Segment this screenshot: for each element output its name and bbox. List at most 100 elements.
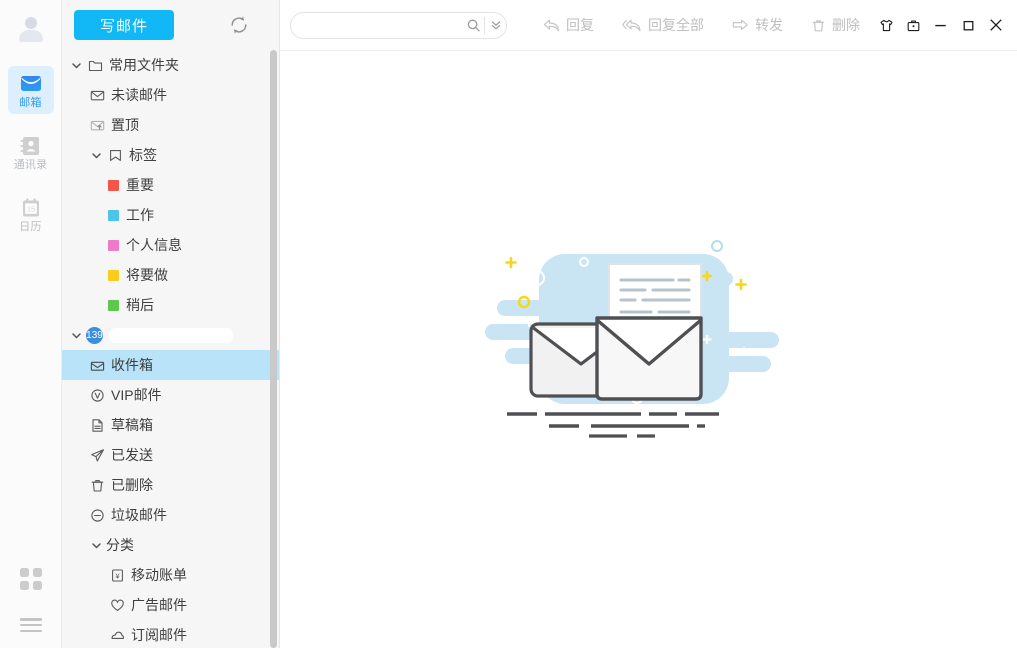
forward-button[interactable]: 转发 [718, 10, 797, 40]
rail-item-contacts[interactable]: 通讯录 [8, 128, 54, 176]
apps-grid-icon [20, 568, 42, 590]
bill-icon: ¥ [108, 566, 126, 584]
spam-icon [88, 506, 106, 524]
rail-item-label: 邮箱 [19, 98, 41, 109]
tree-node-account[interactable]: 139 [62, 320, 279, 350]
window-controls [874, 10, 1017, 40]
minimize-button[interactable] [928, 10, 953, 40]
tree-node-label: 个人信息 [126, 238, 182, 253]
refresh-button[interactable] [227, 13, 251, 37]
maximize-button[interactable] [955, 10, 981, 40]
folder-sidebar: 写邮件 常用文件夹 [62, 0, 280, 648]
mail-icon [88, 86, 106, 104]
toolbar: 回复 回复全部 转发 [280, 0, 1017, 51]
tree-node-deleted[interactable]: 已删除 [62, 470, 279, 500]
refresh-icon [228, 14, 250, 36]
tree-node-pinned[interactable]: 置顶 [62, 110, 279, 140]
tree-node-tag-important[interactable]: 重要 [62, 170, 279, 200]
tree-node-label: 广告邮件 [131, 598, 187, 613]
user-avatar-icon [16, 15, 46, 45]
tree-node-label: 置顶 [111, 118, 139, 133]
svg-text:15: 15 [26, 205, 34, 214]
reply-icon [543, 18, 560, 33]
tree-node-label: 未读邮件 [111, 88, 167, 103]
tag-color-swatch [108, 300, 119, 311]
forward-icon [732, 18, 749, 33]
tree-node-label: 分类 [106, 538, 134, 553]
tree-node-label: 重要 [126, 178, 154, 193]
envelope-icon [18, 73, 44, 95]
sidebar-scrollbar-thumb[interactable] [270, 50, 277, 648]
skin-button[interactable] [874, 10, 899, 40]
chevron-down-icon[interactable] [88, 537, 104, 553]
left-rail: 邮箱 通讯录 [0, 0, 62, 648]
close-button[interactable] [983, 10, 1009, 40]
reply-button[interactable]: 回复 [529, 10, 608, 40]
svg-text:¥: ¥ [115, 571, 120, 580]
trash-icon [88, 476, 106, 494]
search-input[interactable] [291, 13, 462, 38]
folder-icon [86, 56, 104, 74]
reply-all-label: 回复全部 [648, 15, 704, 35]
avatar[interactable] [8, 8, 54, 52]
search-box[interactable] [290, 12, 507, 39]
tree-node-sent[interactable]: 已发送 [62, 440, 279, 470]
search-icon[interactable] [462, 13, 484, 38]
account-name-redacted [109, 328, 233, 343]
rail-item-label: 通讯录 [14, 160, 48, 171]
folder-tree: 常用文件夹 未读邮件 置顶 [62, 50, 279, 648]
sidebar-scrollbar-track[interactable] [270, 50, 277, 648]
double-chevron-down-icon [489, 18, 503, 32]
compose-mail-button[interactable]: 写邮件 [74, 10, 174, 40]
rail-item-calendar[interactable]: 15 日历 [8, 190, 54, 238]
tree-node-label: 已删除 [111, 478, 153, 493]
compose-row: 写邮件 [62, 0, 279, 50]
chevron-down-icon[interactable] [88, 147, 104, 163]
delete-button[interactable]: 删除 [797, 10, 874, 40]
toolbox-icon [906, 18, 921, 33]
tree-node-inbox[interactable]: 收件箱 [62, 350, 279, 380]
reply-all-button[interactable]: 回复全部 [608, 10, 718, 40]
tree-node-categories[interactable]: 分类 [62, 530, 279, 560]
tag-color-swatch [108, 240, 119, 251]
vip-icon [88, 386, 106, 404]
toolbox-button[interactable] [901, 10, 926, 40]
chevron-down-icon[interactable] [68, 57, 84, 73]
tree-node-label: 已发送 [111, 448, 153, 463]
hamburger-menu-icon [20, 618, 42, 632]
tree-node-vip[interactable]: VIP邮件 [62, 380, 279, 410]
tree-node-drafts[interactable]: 草稿箱 [62, 410, 279, 440]
tree-node-cat-ads[interactable]: 广告邮件 [62, 590, 279, 620]
tree-node-label: 常用文件夹 [109, 58, 179, 73]
tree-node-tag-personal[interactable]: 个人信息 [62, 230, 279, 260]
empty-mailbox-illustration [479, 236, 819, 446]
chevron-down-icon[interactable] [68, 327, 84, 343]
toolbar-actions: 回复 回复全部 转发 [529, 10, 874, 40]
tree-node-label: VIP邮件 [111, 388, 162, 403]
tree-node-unread[interactable]: 未读邮件 [62, 80, 279, 110]
rail-item-mail[interactable]: 邮箱 [8, 66, 54, 114]
tree-node-common-folders[interactable]: 常用文件夹 [62, 50, 279, 80]
tree-node-tag-work[interactable]: 工作 [62, 200, 279, 230]
mail-client-window: 邮箱 通讯录 [0, 0, 1017, 648]
ad-icon [108, 596, 126, 614]
tree-node-cat-bills[interactable]: ¥ 移动账单 [62, 560, 279, 590]
close-icon [988, 17, 1004, 33]
search-filter-dropdown[interactable] [485, 13, 506, 38]
tag-color-swatch [108, 270, 119, 281]
rail-bottom-group [0, 556, 62, 648]
tree-node-tags[interactable]: 标签 [62, 140, 279, 170]
tree-node-tag-later[interactable]: 稍后 [62, 290, 279, 320]
reply-all-icon [622, 18, 642, 33]
tree-node-spam[interactable]: 垃圾邮件 [62, 500, 279, 530]
menu-button[interactable] [8, 602, 54, 648]
apps-grid-button[interactable] [8, 556, 54, 602]
tree-node-label: 垃圾邮件 [111, 508, 167, 523]
tree-node-cat-subs[interactable]: 订阅邮件 [62, 620, 279, 648]
tree-node-label: 移动账单 [131, 568, 187, 583]
pin-mail-icon [88, 116, 106, 134]
rail-item-label: 日历 [19, 222, 41, 233]
tree-node-tag-todo[interactable]: 将要做 [62, 260, 279, 290]
maximize-icon [961, 18, 976, 33]
shirt-icon [879, 18, 894, 33]
